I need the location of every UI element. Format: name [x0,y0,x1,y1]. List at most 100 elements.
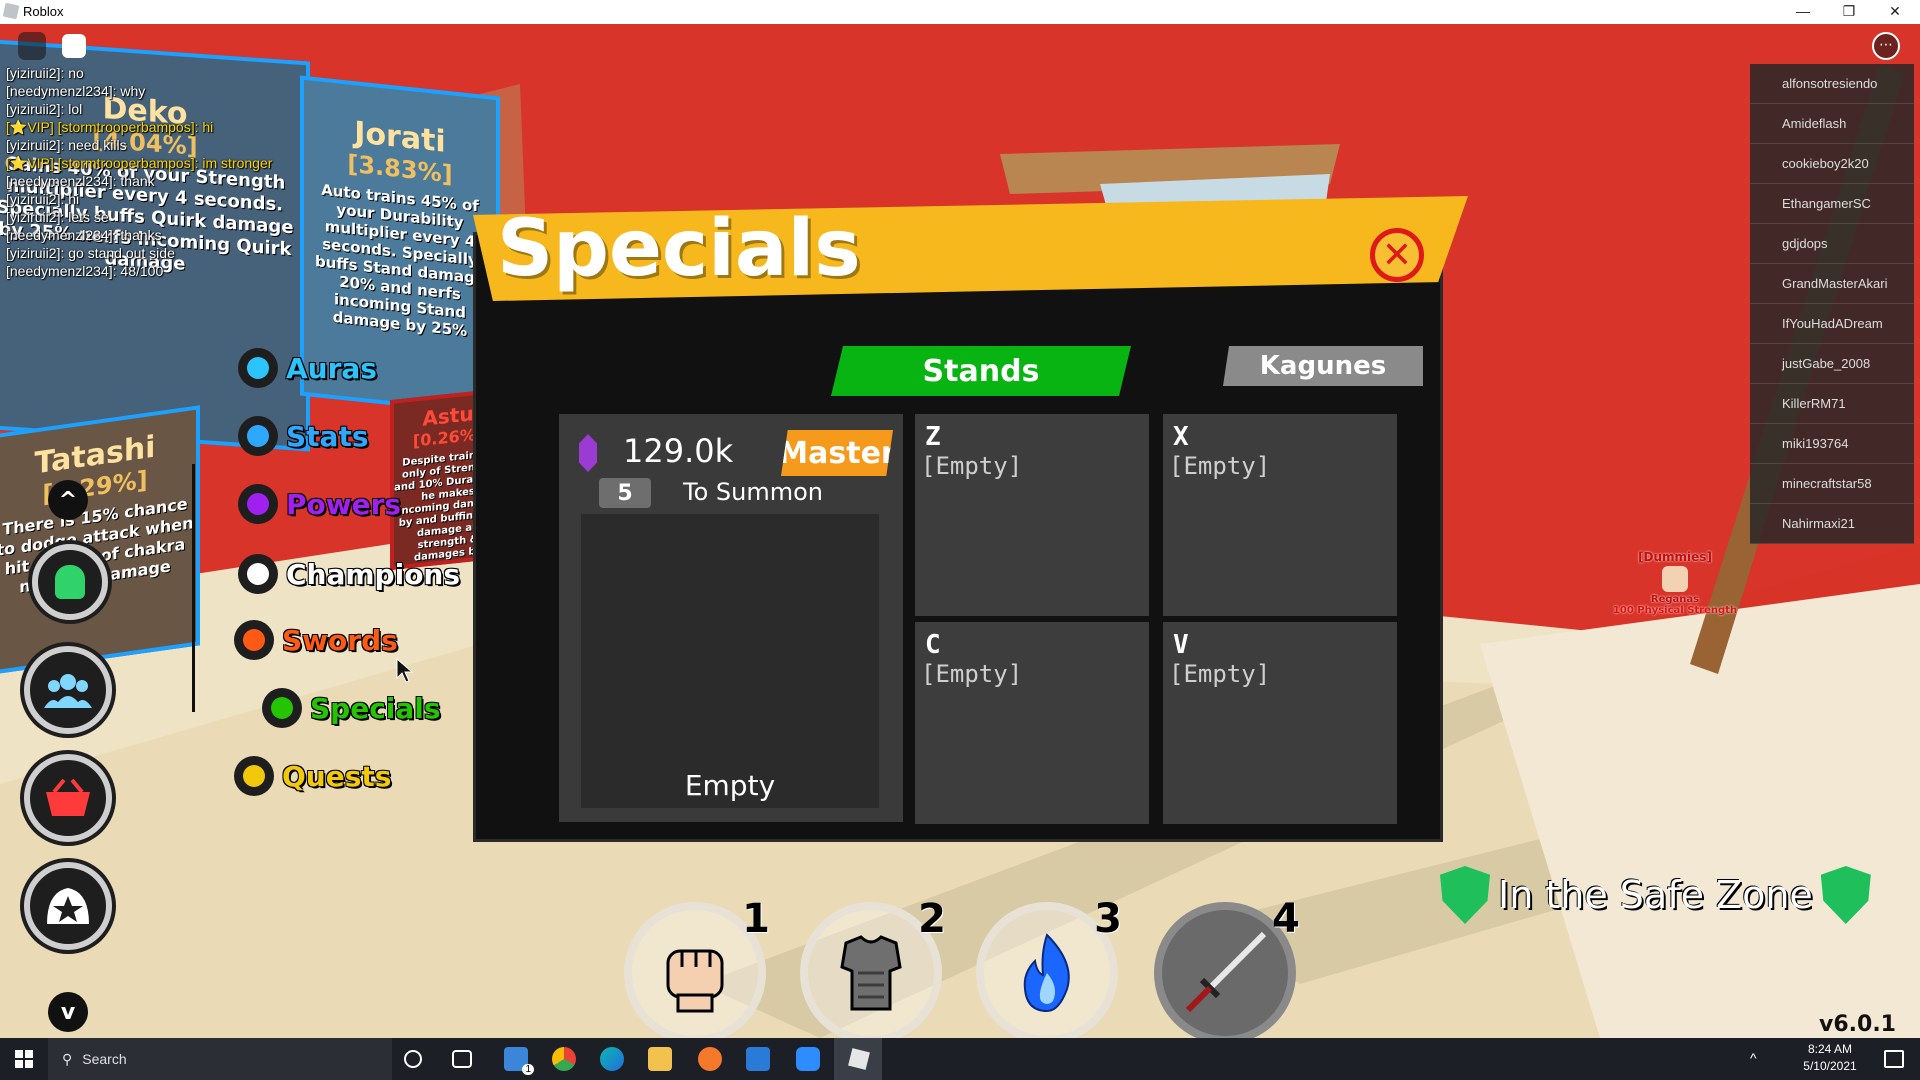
slot-key: C [925,630,941,660]
chat-message: [needymenzl234]: thanks [6,227,162,243]
special-slot-c[interactable]: C [Empty] [915,622,1149,824]
star-emblem-icon [47,888,89,924]
chat-message: [needymenzl234]: why [6,83,146,99]
chat-message: [⭐VIP] [stormtrooperbampos]: im stronger [6,155,273,171]
npc-strength: 100 Physical Strength [1612,605,1738,616]
player-entry[interactable]: EthangamerSC [1750,184,1914,224]
player-entry[interactable]: GrandMasterAkari [1750,264,1914,304]
special-slot-z[interactable]: Z [Empty] [915,414,1149,616]
player-entry[interactable]: miki193764 [1750,424,1914,464]
specials-panel: Specials ✕ Stands Kagunes 129.0k Master … [473,196,1468,842]
menu-item-label: Auras [286,351,377,385]
scroll-down-button[interactable]: v [48,992,88,1032]
hotbar-slot-3[interactable]: 3 [976,896,1122,1038]
flame-icon [1023,933,1070,1013]
npc-fist-icon [1662,566,1688,592]
zoom-icon[interactable] [796,1047,820,1071]
windows-logo-icon [15,1050,33,1068]
hotbar-slot-4[interactable]: 4 [1154,896,1300,1038]
menu-item-auras[interactable]: Auras [238,348,377,388]
roblox-menu-icon[interactable] [18,32,46,60]
menu-item-champions[interactable]: Champions [238,554,460,594]
player-entry[interactable]: gdjdops [1750,224,1914,264]
chat-message: [needymenzl234]: 48/100 [6,263,164,279]
slot-value: [Empty] [1169,660,1271,688]
chat-toggle-icon[interactable] [62,34,86,58]
mouse-cursor-icon [396,658,414,683]
minimize-button[interactable]: — [1780,0,1826,24]
menu-item-powers[interactable]: Powers [238,484,401,524]
system-clock[interactable]: 8:24 AM 5/10/2021 [1782,1041,1878,1075]
hotbar-number: 4 [1272,896,1300,942]
slot-key: Z [925,422,941,452]
player-entry[interactable]: Nahirmaxi21 [1750,504,1914,544]
more-options-icon[interactable]: ⋯ [1872,32,1900,60]
player-entry[interactable]: KillerRM71 [1750,384,1914,424]
task-view-icon[interactable] [452,1050,472,1068]
taskbar-search-box[interactable]: ⚲ Search [48,1038,392,1080]
chat-message: [needymenzl234]: thank [6,173,155,189]
shield-icon [1820,866,1871,924]
maximize-button[interactable]: ❐ [1826,0,1872,24]
start-button[interactable] [0,1038,48,1080]
close-window-button[interactable]: ✕ [1872,0,1918,24]
menu-item-specials[interactable]: Specials [262,688,441,728]
special-slot-x[interactable]: X [Empty] [1163,414,1397,616]
profile-button[interactable] [32,544,108,620]
player-entry[interactable]: alfonsotresiendo [1750,64,1914,104]
safe-zone-indicator: In the Safe Zone [1440,866,1871,924]
scroll-up-button[interactable]: ^ [48,480,88,520]
menu-item-label: Specials [310,691,441,725]
tab-stands[interactable]: Stands [831,346,1131,396]
tab-kagunes[interactable]: Kagunes [1223,346,1423,386]
photos-icon[interactable] [746,1047,770,1071]
shield-icon [1440,866,1490,924]
roblox-logo-icon [2,2,20,20]
chrome-icon[interactable] [552,1047,576,1071]
menu-item-label: Swords [282,623,398,657]
summon-preview-label: Empty [684,769,776,802]
game-viewport[interactable]: Deko [4.04%] Gains 40% of your Strength … [0,24,1920,1038]
notification-icon[interactable] [1884,1050,1904,1068]
friends-icon [44,674,92,708]
player-entry[interactable]: IfYouHadADream [1750,304,1914,344]
file-explorer-icon[interactable] [648,1047,672,1071]
chat-message: [yiziruii2]: no [6,65,84,81]
friends-button[interactable] [24,646,112,734]
menu-quests-icon [234,756,274,796]
tray-chevron-icon[interactable]: ^ [1750,1050,1768,1068]
hotbar-number: 1 [742,896,770,942]
search-icon: ⚲ [62,1050,73,1067]
clock-time: 8:24 AM [1807,1042,1853,1056]
roblox-taskbar-icon[interactable] [834,1038,882,1080]
hotbar-number: 3 [1094,896,1122,942]
cortana-icon[interactable] [404,1050,422,1068]
edge-icon[interactable] [600,1047,624,1071]
emblem-button[interactable] [24,862,112,950]
shop-button[interactable] [24,754,112,842]
menu-champions-icon [238,554,278,594]
player-entry[interactable]: Amideflash [1750,104,1914,144]
hotbar-slot-2[interactable]: 2 [800,896,946,1038]
armor-icon [840,935,902,1011]
specials-title: Specials [497,204,861,294]
menu-swords-icon [234,620,274,660]
player-entry[interactable]: justGabe_2008 [1750,344,1914,384]
blender-icon[interactable] [698,1047,722,1071]
menu-item-stats[interactable]: Stats [238,416,369,456]
billboard-tatashi: Tatashi [0.29%] There is 15% chance to d… [0,405,200,675]
player-entry[interactable]: minecraftstar58 [1750,464,1914,504]
menu-stats-icon [238,416,278,456]
player-entry[interactable]: cookieboy2k20 [1750,144,1914,184]
hotbar-slot-1[interactable]: 1 [624,896,770,1038]
menu-specials-icon [262,688,302,728]
menu-item-swords[interactable]: Swords [234,620,398,660]
special-slot-v[interactable]: V [Empty] [1163,622,1397,824]
mail-icon[interactable]: 1 [504,1047,534,1075]
summon-card: 129.0k Master 5 To Summon Empty [559,414,903,822]
rank-badge: Master [781,430,893,476]
summon-preview[interactable]: Empty [581,514,879,808]
chat-message: [yiziruii2]: lol [6,101,83,117]
close-panel-button[interactable]: ✕ [1370,228,1424,282]
menu-item-quests[interactable]: Quests [234,756,391,796]
